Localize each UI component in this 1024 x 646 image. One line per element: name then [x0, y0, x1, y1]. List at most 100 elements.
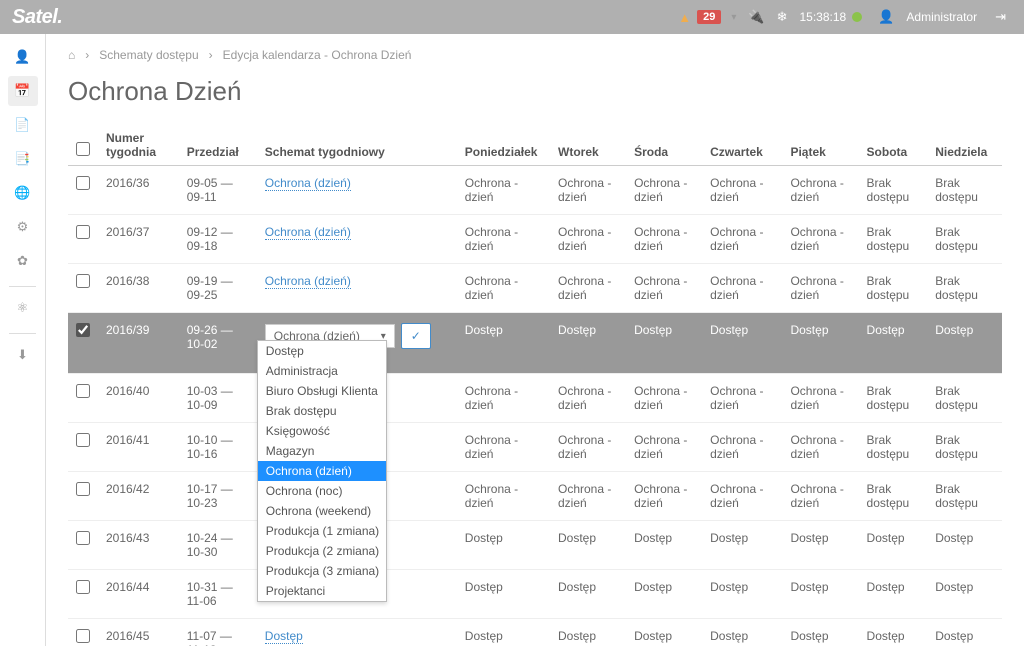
table-row[interactable]: 2016/4010-03 — 10-09Ochrona (dzień)Ochro…: [68, 374, 1002, 423]
schema-link[interactable]: Ochrona (dzień): [265, 274, 351, 289]
dropdown-option[interactable]: Produkcja (3 zmiana): [258, 561, 386, 581]
cell-day: Ochrona - dzień: [457, 423, 550, 472]
cell-range: 10-31 — 11-06: [179, 570, 257, 619]
row-checkbox[interactable]: [76, 580, 90, 594]
side-nav: 👤 📅 📄 📑 🌐 ⚙ ✿ ⚛ ⬇: [0, 34, 46, 646]
table-row[interactable]: 2016/4511-07 — 11-13DostępDostępDostępDo…: [68, 619, 1002, 646]
chevron-right-icon: ›: [85, 48, 89, 62]
dropdown-option[interactable]: Administracja: [258, 361, 386, 381]
alert-icon[interactable]: ▲: [678, 10, 691, 25]
dropdown-option[interactable]: Ochrona (dzień): [258, 461, 386, 481]
user-label[interactable]: Administrator: [906, 10, 977, 24]
row-checkbox[interactable]: [76, 176, 90, 190]
col-sat: Sobota: [859, 125, 928, 166]
cell-day: Ochrona - dzień: [626, 166, 702, 215]
dropdown-option[interactable]: Ochrona (noc): [258, 481, 386, 501]
confirm-button[interactable]: ✓: [401, 323, 431, 349]
nav-files-icon[interactable]: 📑: [8, 144, 38, 174]
logout-icon[interactable]: ⇥: [995, 9, 1006, 25]
chevron-right-icon: ›: [209, 48, 213, 62]
topbar: Satel. ▲ 29 🔌 ❄ 15:38:18 👤 Administrator…: [0, 0, 1024, 34]
col-tue: Wtorek: [550, 125, 626, 166]
cell-range: 09-05 — 09-11: [179, 166, 257, 215]
cell-range: 11-07 — 11-13: [179, 619, 257, 646]
cell-range: 10-24 — 10-30: [179, 521, 257, 570]
alert-badge[interactable]: 29: [697, 10, 721, 24]
row-checkbox[interactable]: [76, 433, 90, 447]
table-row[interactable]: 2016/3809-19 — 09-25Ochrona (dzień)Ochro…: [68, 264, 1002, 313]
row-checkbox[interactable]: [76, 629, 90, 643]
dropdown-option[interactable]: Księgowość: [258, 421, 386, 441]
col-wed: Środa: [626, 125, 702, 166]
table-row[interactable]: 2016/4410-31 — 11-06DostępDostępDostępDo…: [68, 570, 1002, 619]
table-row[interactable]: 2016/4110-10 — 10-16Ochrona (dzień)Ochro…: [68, 423, 1002, 472]
home-icon[interactable]: ⌂: [68, 48, 75, 62]
row-checkbox[interactable]: [76, 482, 90, 496]
snowflake-icon[interactable]: ❄: [777, 9, 788, 25]
col-sun: Niedziela: [927, 125, 1002, 166]
cell-day: Dostęp: [626, 521, 702, 570]
cell-day: Dostęp: [626, 570, 702, 619]
cell-day: Ochrona - dzień: [550, 166, 626, 215]
schema-link[interactable]: Ochrona (dzień): [265, 176, 351, 191]
nav-globe-icon[interactable]: 🌐: [8, 178, 38, 208]
col-range: Przedział: [179, 125, 257, 166]
row-checkbox[interactable]: [76, 323, 90, 337]
clock-time: 15:38:18: [800, 10, 847, 24]
dropdown-option[interactable]: Produkcja (1 zmiana): [258, 521, 386, 541]
table-row[interactable]: 2016/4310-24 — 10-30DostępDostępDostępDo…: [68, 521, 1002, 570]
dropdown-option[interactable]: Biuro Obsługi Klienta: [258, 381, 386, 401]
schema-link[interactable]: Dostęp: [265, 629, 303, 644]
cell-day: Dostęp: [457, 570, 550, 619]
cell-day: Dostęp: [927, 570, 1002, 619]
cell-day: Ochrona - dzień: [626, 374, 702, 423]
dropdown-option[interactable]: Ochrona (weekend): [258, 501, 386, 521]
cell-schema: Ochrona (dzień)▾✓✖DostępAdministracjaBiu…: [257, 313, 457, 374]
alert-dropdown-caret[interactable]: [727, 12, 736, 23]
cell-day: Brak dostępu: [927, 264, 1002, 313]
table-row[interactable]: 2016/3909-26 — 10-02Ochrona (dzień)▾✓✖Do…: [68, 313, 1002, 374]
cell-day: Dostęp: [927, 619, 1002, 646]
cell-range: 09-12 — 09-18: [179, 215, 257, 264]
cell-day: Dostęp: [859, 313, 928, 374]
page-title: Ochrona Dzień: [68, 76, 1002, 107]
cell-day: Dostęp: [457, 313, 550, 374]
nav-calendar-icon[interactable]: 📅: [8, 76, 38, 106]
cell-day: Dostęp: [457, 521, 550, 570]
dropdown-option[interactable]: Projektanci: [258, 581, 386, 601]
cell-day: Dostęp: [550, 619, 626, 646]
cell-day: Ochrona - dzień: [550, 215, 626, 264]
table-row[interactable]: 2016/3709-12 — 09-18Ochrona (dzień)Ochro…: [68, 215, 1002, 264]
cell-day: Dostęp: [626, 619, 702, 646]
nav-users-icon[interactable]: 👤: [8, 42, 38, 72]
nav-gear-icon[interactable]: ✿: [8, 246, 38, 276]
schema-link[interactable]: Ochrona (dzień): [265, 225, 351, 240]
dropdown-option[interactable]: Brak dostępu: [258, 401, 386, 421]
table-row[interactable]: 2016/4210-17 — 10-23Ochrona (dzień)Ochro…: [68, 472, 1002, 521]
cell-day: Brak dostępu: [859, 472, 928, 521]
cell-range: 09-19 — 09-25: [179, 264, 257, 313]
dropdown-option[interactable]: Magazyn: [258, 441, 386, 461]
row-checkbox[interactable]: [76, 384, 90, 398]
plug-icon[interactable]: 🔌: [748, 9, 764, 25]
cell-day: Ochrona - dzień: [626, 215, 702, 264]
row-checkbox[interactable]: [76, 531, 90, 545]
schema-dropdown-menu: DostępAdministracjaBiuro Obsługi Klienta…: [257, 340, 387, 602]
dropdown-option[interactable]: Produkcja (2 zmiana): [258, 541, 386, 561]
nav-settings-icon[interactable]: ⚙: [8, 212, 38, 242]
cell-schema: Ochrona (dzień): [257, 166, 457, 215]
dropdown-option[interactable]: Dostęp: [258, 341, 386, 361]
nav-network-icon[interactable]: ⚛: [8, 293, 38, 323]
cell-schema: Ochrona (dzień): [257, 215, 457, 264]
breadcrumb-link-1[interactable]: Schematy dostępu: [99, 48, 198, 62]
cell-day: Ochrona - dzień: [457, 166, 550, 215]
row-checkbox[interactable]: [76, 225, 90, 239]
nav-download-icon[interactable]: ⬇: [8, 340, 38, 370]
table-row[interactable]: 2016/3609-05 — 09-11Ochrona (dzień)Ochro…: [68, 166, 1002, 215]
breadcrumb: ⌂ › Schematy dostępu › Edycja kalendarza…: [68, 48, 1002, 62]
cell-day: Ochrona - dzień: [702, 264, 782, 313]
schedule-table: Numer tygodnia Przedział Schemat tygodni…: [68, 125, 1002, 646]
row-checkbox[interactable]: [76, 274, 90, 288]
nav-document-icon[interactable]: 📄: [8, 110, 38, 140]
select-all-checkbox[interactable]: [76, 142, 90, 156]
